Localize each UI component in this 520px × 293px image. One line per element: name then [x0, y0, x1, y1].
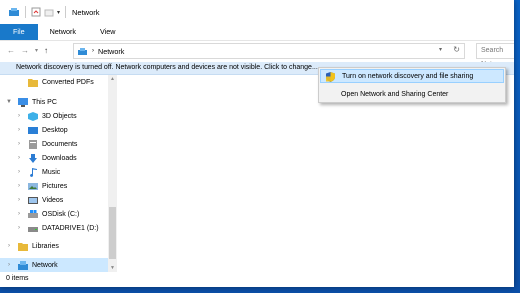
window-title: Network	[72, 7, 100, 17]
expand-chevron-icon[interactable]: ›	[14, 211, 24, 217]
toolbar-separator	[25, 6, 26, 18]
menu-item-label: Open Network and Sharing Center	[341, 90, 449, 98]
tree-item-label: Converted PDFs	[42, 78, 94, 86]
tree-item-documents[interactable]: › Documents	[0, 137, 108, 151]
tree-item-libraries[interactable]: › Libraries	[0, 239, 108, 253]
scroll-down-icon[interactable]: ▼	[108, 265, 117, 271]
refresh-icon[interactable]: ↻	[453, 45, 460, 54]
menu-item-turn-on-discovery[interactable]: Turn on network discovery and file shari…	[320, 69, 504, 83]
documents-icon	[29, 139, 37, 149]
file-explorer-window: ▾ Network File Network View ← → ▾ ↑ › Ne…	[0, 0, 514, 287]
new-folder-icon[interactable]	[44, 7, 54, 17]
music-icon	[30, 167, 37, 177]
infobar-context-menu: Turn on network discovery and file shari…	[318, 67, 506, 103]
scroll-up-icon[interactable]: ▲	[108, 76, 117, 82]
tree-item-label: Music	[42, 168, 61, 176]
properties-icon[interactable]	[31, 7, 41, 17]
toolbar-separator	[65, 6, 67, 18]
folder-icon	[28, 78, 38, 87]
collapse-chevron-icon[interactable]: ▼	[4, 99, 14, 105]
network-icon	[18, 260, 28, 270]
customize-toolbar-icon[interactable]: ▾	[57, 9, 60, 16]
expand-chevron-icon[interactable]: ›	[14, 155, 24, 161]
tree-item-pictures[interactable]: › Pictures	[0, 179, 108, 193]
navigation-scrollbar[interactable]: ▲ ▼	[108, 75, 117, 272]
uac-shield-icon	[326, 72, 335, 82]
forward-arrow-icon[interactable]: →	[21, 46, 29, 55]
tab-network[interactable]: Network	[38, 24, 88, 40]
tree-item-label: Libraries	[32, 242, 59, 250]
breadcrumb-separator-icon: ›	[92, 48, 94, 54]
computer-icon	[18, 97, 28, 107]
tree-item-label: Network	[32, 261, 58, 269]
tree-item-downloads[interactable]: › Downloads	[0, 151, 108, 165]
expand-chevron-icon[interactable]: ›	[14, 225, 24, 231]
network-location-icon	[78, 47, 87, 55]
3d-objects-icon	[28, 111, 38, 121]
address-path[interactable]: Network	[98, 47, 124, 56]
expand-chevron-icon[interactable]: ›	[4, 262, 14, 268]
quick-access-toolbar: ▾	[0, 6, 68, 18]
tree-item-3d-objects[interactable]: › 3D Objects	[0, 109, 108, 123]
title-bar: ▾ Network	[0, 0, 514, 24]
tree-item-network[interactable]: › Network	[0, 258, 108, 272]
back-arrow-icon[interactable]: ←	[7, 46, 15, 55]
videos-icon	[28, 196, 38, 204]
drive-icon	[28, 226, 38, 232]
expand-chevron-icon[interactable]: ›	[4, 243, 14, 249]
search-input[interactable]: Search Netw	[476, 43, 514, 68]
expand-chevron-icon[interactable]: ›	[14, 141, 24, 147]
tree-item-label: DATADRIVE1 (D:)	[42, 224, 99, 232]
tree-item-label: Videos	[42, 196, 64, 204]
infobar-message: Network discovery is turned off. Network…	[16, 64, 318, 71]
tree-item-label: Downloads	[42, 154, 77, 162]
tab-view[interactable]: View	[88, 24, 127, 40]
tree-item-label: Desktop	[42, 126, 68, 134]
tree-item-label: Documents	[42, 140, 78, 148]
expand-chevron-icon[interactable]: ›	[14, 169, 24, 175]
tree-item-label: This PC	[32, 98, 57, 106]
address-bar[interactable]: › Network ▾ ↻	[73, 43, 465, 59]
recent-locations-icon[interactable]: ▾	[35, 47, 38, 54]
address-dropdown-icon[interactable]: ▾	[439, 46, 442, 53]
network-folder-icon	[9, 8, 19, 16]
menu-item-label: Turn on network discovery and file shari…	[342, 72, 474, 80]
desktop-icon	[28, 126, 38, 134]
scrollbar-thumb[interactable]	[109, 207, 116, 259]
expand-chevron-icon[interactable]: ›	[14, 113, 24, 119]
downloads-icon	[29, 153, 37, 163]
tree-item-this-pc[interactable]: ▼ This PC	[0, 95, 108, 109]
up-arrow-icon[interactable]: ↑	[44, 46, 48, 55]
tree-item-label: 3D Objects	[42, 112, 77, 120]
tree-item-desktop[interactable]: › Desktop	[0, 123, 108, 137]
libraries-icon	[18, 242, 28, 251]
windows-drive-icon	[28, 209, 38, 218]
pictures-icon	[28, 182, 38, 190]
tree-item-datadrive[interactable]: › DATADRIVE1 (D:)	[0, 221, 108, 235]
tree-item-music[interactable]: › Music	[0, 165, 108, 179]
tree-item-label: OSDisk (C:)	[42, 210, 80, 218]
navigation-pane: Converted PDFs ▼ This PC › 3D Objects › …	[0, 75, 118, 272]
tab-file[interactable]: File	[0, 24, 38, 40]
status-bar: 0 items	[0, 272, 514, 287]
tree-item-osdisk[interactable]: › OSDisk (C:)	[0, 207, 108, 221]
tree-item-videos[interactable]: › Videos	[0, 193, 108, 207]
item-count: 0 items	[6, 275, 29, 282]
tree-item-converted-pdfs[interactable]: Converted PDFs	[0, 75, 108, 89]
expand-chevron-icon[interactable]: ›	[14, 183, 24, 189]
ribbon-tabs: File Network View	[0, 24, 514, 41]
expand-chevron-icon[interactable]: ›	[14, 127, 24, 133]
menu-item-open-sharing-center[interactable]: Open Network and Sharing Center	[320, 87, 504, 101]
tree-item-label: Pictures	[42, 182, 68, 190]
expand-chevron-icon[interactable]: ›	[14, 197, 24, 203]
